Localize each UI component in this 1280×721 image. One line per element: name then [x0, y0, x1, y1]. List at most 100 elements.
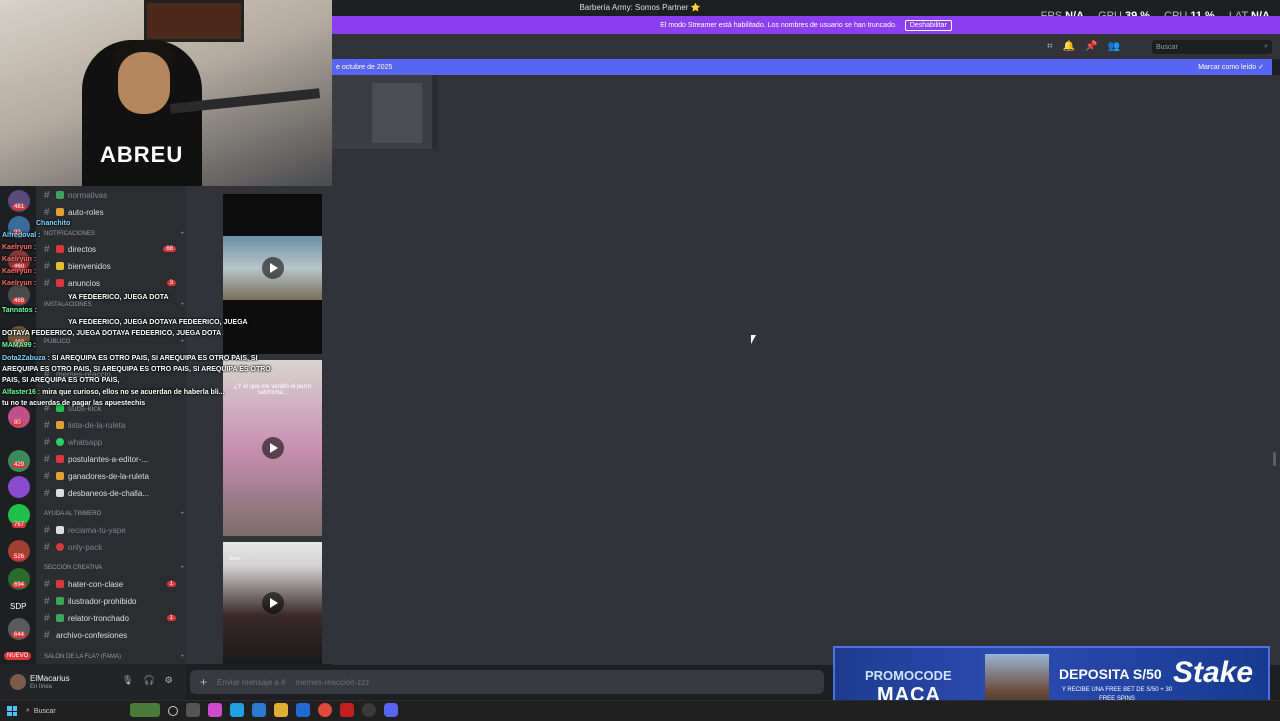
- pin-icon[interactable]: 📌: [1085, 41, 1097, 52]
- video-embed[interactable]: Sora: [223, 542, 322, 664]
- channel-item[interactable]: # directos 88: [44, 241, 184, 257]
- category-header[interactable]: NOTIFICACIONES +: [44, 231, 184, 237]
- mark-as-read-button[interactable]: Marcar como leído ✓: [1198, 63, 1264, 71]
- chat-overlay-line: Alfredoval :: [2, 232, 41, 239]
- new-badge: NUEVO: [4, 652, 32, 660]
- weather-widget-icon[interactable]: [130, 703, 160, 717]
- taskbar-search-label: Buscar: [33, 707, 56, 715]
- video-embed[interactable]: ¿Y el que me vendió el perro salchicha..…: [223, 360, 322, 536]
- server-badge: 481: [12, 204, 27, 210]
- obs-icon[interactable]: [362, 703, 376, 717]
- chat-overlay-line: Kaelryun :: [2, 256, 37, 263]
- task-view-icon[interactable]: [168, 706, 178, 716]
- video-caption: ¿Y el que me vendió el perro salchicha..…: [234, 384, 311, 396]
- stake-logo: Stake: [1173, 656, 1254, 689]
- channel-item[interactable]: # archivo-confesiones: [44, 627, 184, 643]
- chrome-icon[interactable]: [318, 703, 332, 717]
- channel-list: # normativas # auto-roles NOTIFICACIONES + …: [36, 186, 186, 664]
- outlook-icon[interactable]: [296, 703, 310, 717]
- video-embed[interactable]: [223, 236, 322, 300]
- play-icon[interactable]: [261, 437, 284, 459]
- channel-item[interactable]: # bienvenidos: [44, 258, 184, 274]
- sdp-server[interactable]: SDP: [10, 602, 26, 611]
- taskbar-search[interactable]: ⌕ Buscar: [26, 705, 126, 717]
- chat-overlay-line: Tannatos :: [2, 307, 37, 314]
- play-icon[interactable]: [261, 592, 284, 614]
- user-panel: ElMacarius En línea 🎙 🎧 ⚙: [0, 664, 186, 700]
- avatar[interactable]: [10, 674, 26, 690]
- server-badge: 526: [12, 554, 27, 560]
- category-header[interactable]: SECCIÓN CREATIVA +: [44, 565, 184, 571]
- chat-overlay-line: Alfaster16 : mira que curioso, ellos no …: [2, 389, 225, 396]
- channel-item[interactable]: # ganadores-de-la-ruleta: [44, 468, 184, 484]
- channel-item[interactable]: # desbaneos-de-challa...: [44, 485, 184, 501]
- copilot-icon[interactable]: [208, 703, 222, 717]
- attachment-thumbnail[interactable]: [332, 75, 438, 149]
- chat-overlay-line: Kaelryun :: [2, 268, 37, 275]
- server-icon[interactable]: [8, 476, 30, 498]
- channel-item[interactable]: # anuncios 3: [44, 275, 184, 291]
- channel-item[interactable]: # auto-roles: [44, 204, 184, 220]
- user-controls: 🎙 🎧 ⚙: [122, 675, 173, 686]
- channel-item[interactable]: # ilustrador-prohibido: [44, 593, 184, 609]
- channel-item[interactable]: # only-pack: [44, 539, 184, 555]
- scrollbar-thumb[interactable]: [1273, 452, 1276, 466]
- channel-item[interactable]: # relator-tronchado 1: [44, 610, 184, 626]
- channel-item[interactable]: # normativas: [44, 187, 184, 203]
- server-icon[interactable]: [8, 450, 30, 472]
- notification-bell-icon[interactable]: 🔔: [1063, 41, 1075, 52]
- threads-icon[interactable]: ⌗: [1047, 41, 1053, 52]
- streamer-mode-banner: El modo Streamer está habilitado. Los no…: [332, 16, 1280, 34]
- play-icon[interactable]: [261, 257, 284, 279]
- new-messages-bar[interactable]: e octubre de 2025 Marcar como leído ✓: [332, 59, 1272, 75]
- channel-item[interactable]: # hater-con-clase 1: [44, 576, 184, 592]
- channel-item[interactable]: # lista-de-la-ruleta: [44, 417, 184, 433]
- deposit-offer: DEPOSITA S/50: [1059, 666, 1162, 682]
- members-icon[interactable]: 👥: [1108, 41, 1120, 52]
- add-attachment-icon[interactable]: +: [200, 675, 207, 689]
- promocode-label: PROMOCODE: [865, 668, 952, 683]
- taskbar-apps: [130, 703, 398, 717]
- streamer-banner-text: El modo Streamer está habilitado. Los no…: [660, 21, 897, 29]
- disable-streamer-button[interactable]: Deshabilitar: [904, 19, 952, 31]
- server-badge: 694: [12, 582, 27, 588]
- channel-item[interactable]: # reclama-tu-yape: [44, 522, 184, 538]
- widgets-icon[interactable]: [186, 703, 200, 717]
- microphone-icon[interactable]: 🎙: [122, 675, 133, 686]
- server-badge: 469: [12, 298, 27, 304]
- server-badge: 429: [12, 462, 27, 468]
- windows-start-icon[interactable]: [7, 706, 17, 716]
- chat-overlay-line: Kaelryun :: [2, 280, 37, 287]
- category-header[interactable]: INSTALACIONES +: [44, 302, 184, 308]
- chat-overlay-line: Kaelryun :: [2, 244, 37, 251]
- search-input[interactable]: Buscar ⌕: [1152, 40, 1272, 54]
- new-messages-date: e octubre de 2025: [336, 63, 393, 71]
- username[interactable]: ElMacarius: [30, 674, 70, 683]
- file-explorer-icon[interactable]: [274, 703, 288, 717]
- category-header[interactable]: SALÓN DE LA FLA? (FAMA) +: [44, 654, 184, 660]
- store-icon[interactable]: [252, 703, 266, 717]
- chat-overlay-line: Chanchito: [36, 220, 71, 227]
- message-area: [332, 75, 1280, 665]
- search-placeholder: Buscar: [1156, 43, 1178, 51]
- discord-icon[interactable]: [384, 703, 398, 717]
- chat-overlay-line: PAIS, SI AREQUIPA ES OTRO PAIS,: [2, 377, 120, 384]
- mark-read-icon: ✓: [1258, 64, 1264, 71]
- category-header[interactable]: PÚBLICO +: [44, 339, 184, 345]
- search-icon: ⌕: [26, 707, 30, 714]
- mouse-cursor-icon: [751, 335, 756, 344]
- channel-item[interactable]: # whatsapp: [44, 434, 184, 450]
- chat-overlay-line: YA FEDEERICO, JUEGA DOTA: [68, 294, 169, 301]
- media-app-icon[interactable]: [340, 703, 354, 717]
- headphones-icon[interactable]: 🎧: [143, 675, 154, 686]
- gear-icon[interactable]: ⚙: [165, 675, 173, 686]
- header-toolbar: ⌗ 🔔 📌 👥: [1047, 41, 1120, 52]
- edge-icon[interactable]: [230, 703, 244, 717]
- server-badge: 644: [12, 632, 27, 638]
- taskbar: ⌕ Buscar: [0, 700, 1280, 721]
- server-badge: 80: [12, 420, 23, 426]
- message-input[interactable]: + Enviar mensaje a # memes-reaccion-zzz: [190, 670, 824, 694]
- message-channel-name: memes-reaccion-zzz: [295, 677, 370, 687]
- category-header[interactable]: AYUDA AL TIMBERO +: [44, 511, 184, 517]
- channel-item[interactable]: # postulantes-a-editor-...: [44, 451, 184, 467]
